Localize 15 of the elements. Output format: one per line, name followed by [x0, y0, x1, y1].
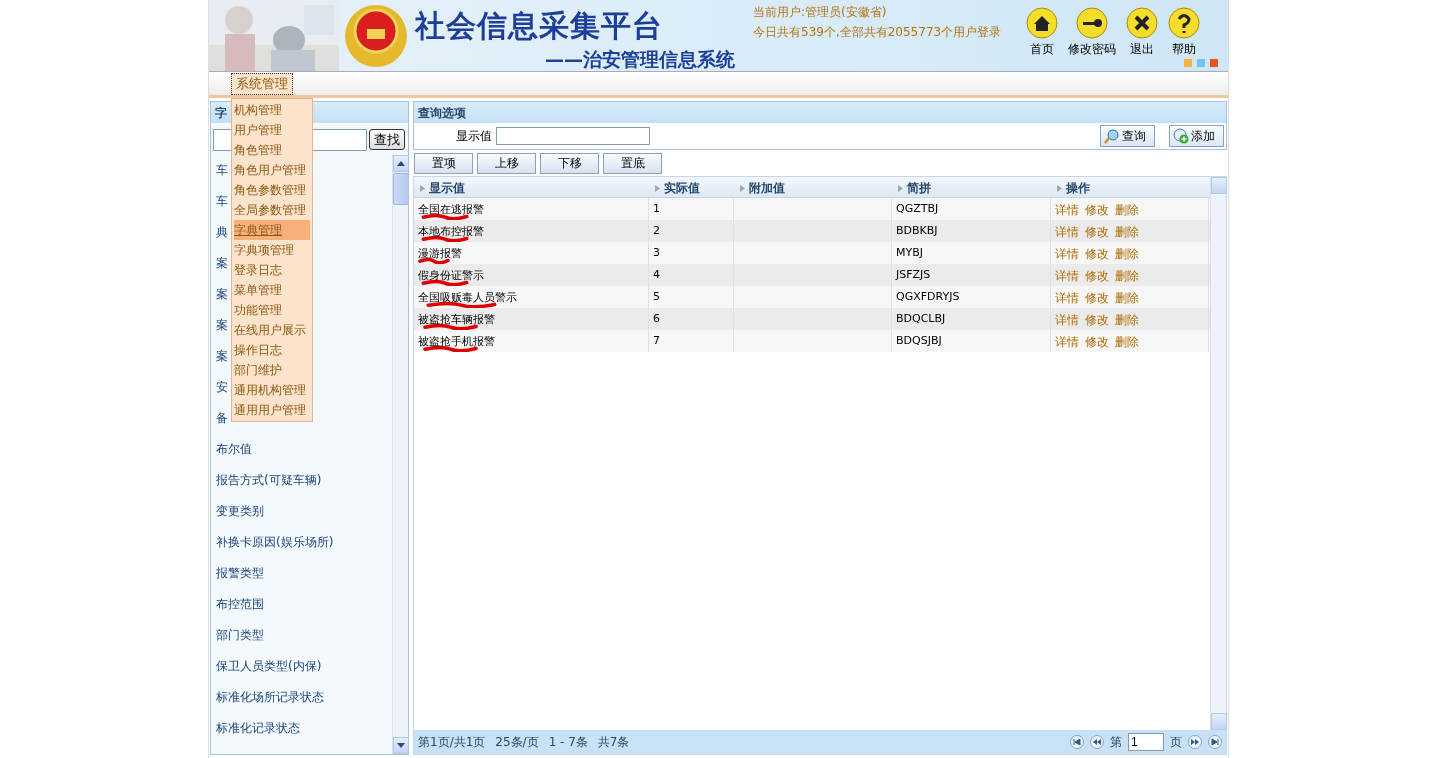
table-cell: BDQSJBJ: [892, 330, 1051, 352]
user-info: 当前用户:管理员(安徽省): [753, 5, 888, 19]
page-label: 第: [1110, 733, 1122, 751]
page-label: 页: [1170, 733, 1182, 751]
pager-info: 1 - 7条: [548, 733, 588, 751]
table-cell: 7: [649, 330, 734, 352]
pager-info: 第1页/共1页: [418, 733, 486, 751]
pager-info: 共7条: [597, 733, 630, 751]
app-subtitle: ——治安管理信息系统: [545, 47, 735, 71]
pager-info: 25条/页: [495, 733, 539, 751]
table-cell: 被盗抢手机报警: [414, 330, 649, 352]
user-info: 今日共有539个,全部共有2055773个用户登录: [753, 25, 1003, 39]
app-title: 社会信息采集平台: [415, 7, 664, 45]
field-label: 显示值: [456, 127, 492, 145]
panel-title: 查询选项: [414, 102, 1226, 123]
